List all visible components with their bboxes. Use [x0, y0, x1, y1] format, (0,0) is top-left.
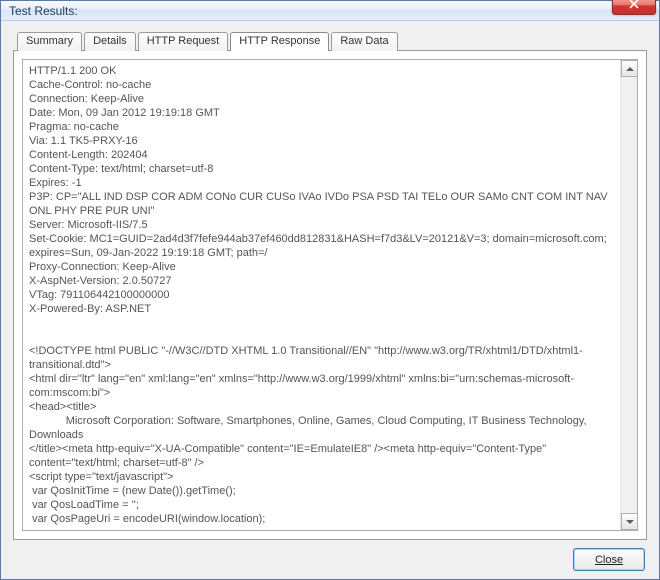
scroll-down-button[interactable] — [621, 513, 638, 530]
tab-panel: HTTP/1.1 200 OK Cache-Control: no-cache … — [13, 50, 647, 540]
tab-strip: Summary Details HTTP Request HTTP Respon… — [13, 31, 647, 50]
tab-label: HTTP Response — [239, 35, 320, 47]
window-title: Test Results: — [9, 4, 612, 18]
window-close-button[interactable] — [612, 0, 656, 15]
tab-http-response[interactable]: HTTP Response — [230, 32, 329, 51]
tab-label: Summary — [26, 35, 73, 47]
response-body-text[interactable]: HTTP/1.1 200 OK Cache-Control: no-cache … — [23, 60, 620, 530]
tab-label: Raw Data — [340, 35, 388, 47]
chevron-up-icon — [626, 67, 634, 71]
dialog-window: Test Results: Summary Details HTTP Reque… — [0, 0, 660, 580]
tab-details[interactable]: Details — [84, 32, 136, 51]
close-button[interactable]: Close — [573, 548, 645, 571]
tab-raw-data[interactable]: Raw Data — [331, 32, 397, 51]
tab-label: Details — [93, 35, 127, 47]
tab-summary[interactable]: Summary — [17, 32, 82, 51]
scroll-up-button[interactable] — [621, 60, 638, 77]
client-area: Summary Details HTTP Request HTTP Respon… — [1, 21, 659, 579]
tab-label: HTTP Request — [147, 35, 220, 47]
tab-http-request[interactable]: HTTP Request — [138, 32, 229, 51]
close-icon — [629, 0, 639, 12]
button-label: Close — [595, 554, 623, 566]
dialog-button-row: Close — [13, 540, 647, 571]
title-bar[interactable]: Test Results: — [1, 1, 659, 21]
vertical-scrollbar[interactable] — [620, 60, 637, 530]
response-textbox[interactable]: HTTP/1.1 200 OK Cache-Control: no-cache … — [22, 59, 638, 531]
chevron-down-icon — [626, 520, 634, 524]
